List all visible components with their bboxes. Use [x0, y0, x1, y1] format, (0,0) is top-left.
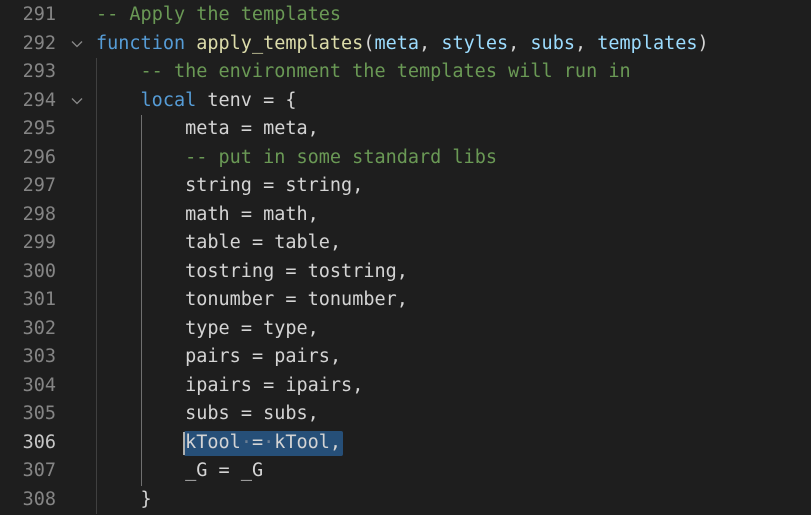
code-line[interactable]: 295 meta = meta, — [0, 115, 811, 144]
code-text[interactable]: function apply_templates(meta, styles, s… — [96, 30, 709, 59]
indent-guide — [96, 371, 97, 400]
line-number: 308 — [22, 488, 56, 510]
indent-guide — [96, 86, 97, 115]
line-number: 295 — [22, 118, 56, 139]
indent-guide — [96, 286, 97, 315]
code-text[interactable]: _G = _G — [185, 457, 263, 486]
chevron-down-icon[interactable] — [70, 87, 84, 116]
code-text[interactable]: subs = subs, — [185, 400, 319, 429]
code-line[interactable]: 301 tonumber = tonumber, — [0, 286, 811, 315]
code-text[interactable]: kTool · = · kTool, — [185, 429, 341, 458]
code-text[interactable]: -- the environment the templates will ru… — [141, 58, 631, 87]
line-number: 305 — [22, 403, 56, 424]
indent-guide — [96, 485, 97, 514]
code-line[interactable]: 294 local tenv = { — [0, 86, 811, 116]
code-text[interactable]: local tenv = { — [141, 87, 297, 116]
code-text[interactable]: table = table, — [185, 229, 341, 258]
indent-guide — [96, 457, 97, 486]
line-number: 293 — [22, 61, 56, 82]
code-text[interactable]: pairs = pairs, — [185, 343, 341, 372]
indent-guide — [96, 400, 97, 429]
indent-guide — [96, 229, 97, 258]
indent-guide — [140, 143, 142, 172]
code-line[interactable]: 308} — [0, 485, 811, 515]
code-text[interactable]: string = string, — [185, 172, 363, 201]
indent-guide — [140, 343, 142, 372]
code-text[interactable]: tonumber = tonumber, — [185, 286, 408, 315]
code-line[interactable]: 305 subs = subs, — [0, 400, 811, 429]
code-text[interactable]: math = math, — [185, 201, 319, 230]
indent-guide — [140, 286, 142, 315]
indent-guide — [96, 172, 97, 201]
indent-guide — [140, 371, 142, 400]
code-line[interactable]: 291 -- Apply the templates — [0, 1, 811, 30]
code-line[interactable]: 304 ipairs = ipairs, — [0, 371, 811, 401]
code-line[interactable]: 298 math = math, — [0, 200, 811, 230]
line-number: 306 — [22, 431, 56, 453]
code-line[interactable]: 307 _G = _G — [0, 457, 811, 486]
line-number: 292 — [22, 32, 56, 54]
line-number: 294 — [22, 89, 56, 111]
line-number: 307 — [22, 460, 56, 481]
indent-guide — [96, 58, 97, 87]
indent-guide — [140, 257, 142, 286]
indent-guide — [96, 343, 97, 372]
indent-guide — [140, 172, 142, 201]
indent-guide — [140, 428, 142, 457]
line-number: 299 — [22, 232, 56, 253]
line-number: 298 — [22, 203, 56, 225]
code-line[interactable]: 306 kTool · = · kTool, — [0, 428, 811, 458]
indent-guide — [96, 257, 97, 286]
indent-guide — [96, 115, 97, 144]
code-editor[interactable]: 291 -- Apply the templates 292 function app… — [0, 0, 811, 515]
code-text[interactable]: } — [141, 486, 152, 515]
indent-guide — [140, 457, 142, 486]
line-number: 301 — [22, 289, 56, 310]
code-line[interactable]: 300 tostring = tostring, — [0, 257, 811, 287]
line-number: 304 — [22, 374, 56, 396]
indent-guide — [140, 115, 142, 144]
line-number: 302 — [22, 317, 56, 339]
code-text[interactable]: ipairs = ipairs, — [185, 372, 363, 401]
indent-guide — [96, 200, 97, 229]
code-line[interactable]: 296 -- put in some standard libs — [0, 143, 811, 173]
line-number: 300 — [22, 260, 56, 282]
indent-guide — [140, 314, 142, 343]
code-line[interactable]: 303 pairs = pairs, — [0, 343, 811, 372]
line-number: 297 — [22, 175, 56, 196]
indent-guide — [140, 229, 142, 258]
line-number: 303 — [22, 346, 56, 367]
code-line[interactable]: 299 table = table, — [0, 229, 811, 258]
indent-guide — [140, 400, 142, 429]
code-text[interactable]: meta = meta, — [185, 115, 319, 144]
code-line[interactable]: 302 type = type, — [0, 314, 811, 344]
indent-guide — [96, 314, 97, 343]
chevron-down-icon[interactable] — [70, 30, 84, 59]
code-text[interactable]: type = type, — [185, 315, 319, 344]
indent-guide — [96, 143, 97, 172]
line-number: 296 — [22, 146, 56, 168]
code-line[interactable]: 293 -- the environment the templates will… — [0, 58, 811, 87]
code-text[interactable]: tostring = tostring, — [185, 258, 408, 287]
code-line[interactable]: 297 string = string, — [0, 172, 811, 201]
indent-guide — [96, 428, 97, 457]
code-line[interactable]: 292 function apply_templates(meta, styles… — [0, 30, 811, 59]
indent-guide — [140, 200, 142, 229]
code-text[interactable]: -- Apply the templates — [96, 1, 341, 30]
line-number: 291 — [22, 4, 56, 25]
code-text[interactable]: -- put in some standard libs — [185, 144, 497, 173]
